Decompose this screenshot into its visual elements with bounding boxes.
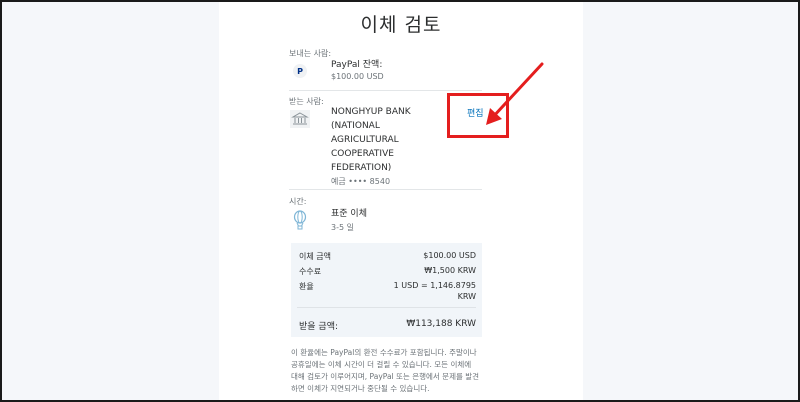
disclaimer-line-4: 하면 이체가 지연되거나 중단될 수 있습니다. xyxy=(291,384,430,393)
divider xyxy=(289,189,482,190)
disclaimer-line-3: 대해 검토가 이루어지며, PayPal 또는 은행에서 문제를 발견 xyxy=(291,372,480,381)
disclaimer-text: 이 환율에는 PayPal의 환전 수수료가 포함됩니다. 주말이나 공휴일에는… xyxy=(291,347,486,395)
amount-summary: 이체 금액 $100.00 USD 수수료 ₩1,500 KRW 환율 1 US… xyxy=(291,243,482,337)
left-gutter xyxy=(2,2,219,400)
sender-amount: $100.00 USD xyxy=(331,72,384,81)
exchange-rate-value-line-2: KRW xyxy=(457,292,476,301)
receive-amount-value: ₩113,188 KRW xyxy=(406,319,476,329)
bank-icon xyxy=(290,110,310,128)
balloon-icon xyxy=(293,210,307,230)
transfer-duration: 3-5 일 xyxy=(331,223,354,232)
fee-label: 수수료 xyxy=(299,267,322,276)
exchange-rate-label: 환율 xyxy=(299,282,314,291)
sender-name: PayPal 잔액: xyxy=(331,60,383,70)
page-title: 이체 검토 xyxy=(360,14,442,36)
bank-name-line-3: AGRICULTURAL xyxy=(331,135,399,145)
bank-name-line-1: NONGHYUP BANK xyxy=(331,107,411,117)
summary-divider xyxy=(297,307,476,308)
exchange-rate-value-line-1: 1 USD = 1,146.8795 xyxy=(393,281,476,290)
transfer-amount-label: 이체 금액 xyxy=(299,252,331,261)
bank-name-line-4: COOPERATIVE xyxy=(331,149,394,159)
fee-value: ₩1,500 KRW xyxy=(424,266,476,275)
recipient-label: 받는 사람: xyxy=(289,97,324,106)
bank-name-line-2: (NATIONAL xyxy=(331,121,380,131)
transfer-type: 표준 이체 xyxy=(331,209,367,219)
divider xyxy=(289,90,482,91)
disclaimer-line-1: 이 환율에는 PayPal의 환전 수수료가 포함됩니다. 주말이나 xyxy=(291,348,477,357)
paypal-icon: P xyxy=(293,64,307,78)
timing-label: 시간: xyxy=(289,197,307,206)
bank-name-line-5: FEDERATION) xyxy=(331,163,392,173)
right-gutter xyxy=(583,2,798,400)
sender-label: 보내는 사람: xyxy=(289,49,332,58)
account-number: 예금 •••• 8540 xyxy=(331,177,391,186)
transfer-amount-value: $100.00 USD xyxy=(423,251,476,260)
annotation-arrow-icon xyxy=(486,62,544,125)
disclaimer-line-2: 공휴일에는 이체 시간이 더 걸릴 수 있습니다. 모든 이체에 xyxy=(291,360,472,369)
receive-amount-label: 받을 금액: xyxy=(299,322,339,332)
